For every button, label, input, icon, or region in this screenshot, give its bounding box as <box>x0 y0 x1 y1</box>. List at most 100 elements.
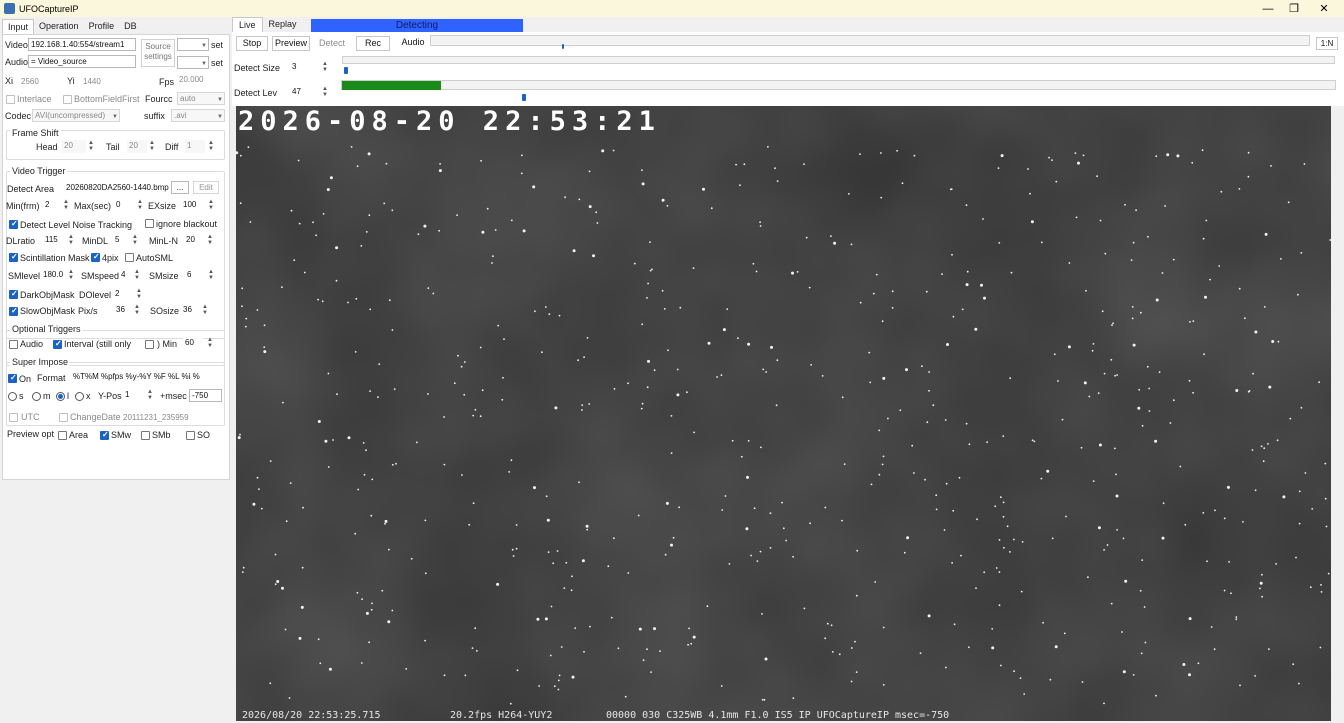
detect-lev-spinner[interactable]: ▲ ▼ <box>321 86 329 99</box>
rec-button[interactable]: Rec <box>356 36 390 51</box>
detect-size-slider-thumb[interactable] <box>344 67 348 74</box>
ypos-field[interactable]: 1 <box>123 389 143 402</box>
preview-button[interactable]: Preview <box>272 36 310 51</box>
mindl-spinner[interactable]: ▲ ▼ <box>131 234 139 247</box>
min-frm-field[interactable]: 2 <box>43 199 61 212</box>
tab-operation[interactable]: Operation <box>34 19 84 34</box>
video-set-button[interactable]: set <box>211 40 223 50</box>
interval-checkbox[interactable] <box>53 339 62 349</box>
msec-field[interactable]: -750 <box>189 389 222 402</box>
star <box>1205 219 1208 222</box>
tab-replay[interactable]: Replay <box>263 17 303 32</box>
noise-tracking-checkbox[interactable] <box>9 219 18 229</box>
star <box>1077 161 1080 165</box>
smsize-field[interactable]: 6 <box>185 269 205 282</box>
detect-lev-slider-thumb[interactable] <box>522 94 526 101</box>
interval-min-field[interactable]: 60 <box>183 337 203 350</box>
change-date-checkbox[interactable] <box>59 413 68 422</box>
detect-size-spinner[interactable]: ▲ ▼ <box>321 61 329 74</box>
detect-size-field[interactable]: 3 <box>290 61 318 74</box>
tab-profile[interactable]: Profile <box>84 19 120 34</box>
max-sec-field[interactable]: 0 <box>114 199 134 212</box>
minln-spinner[interactable]: ▲ ▼ <box>206 234 214 247</box>
min-frm-spinner[interactable]: ▲ ▼ <box>62 199 70 212</box>
preview-smb-checkbox[interactable] <box>141 431 150 440</box>
close-icon[interactable]: ✕ <box>1306 0 1342 17</box>
sosize-spinner[interactable]: ▲ ▼ <box>201 304 209 317</box>
detect-button[interactable]: Detect <box>314 36 350 51</box>
preview-smw-checkbox[interactable] <box>100 430 109 440</box>
smlevel-spinner[interactable]: ▲ ▼ <box>67 269 75 282</box>
head-spinner[interactable]: ▲ ▼ <box>87 140 95 153</box>
diff-field[interactable]: 1 <box>185 140 205 153</box>
four-pix-checkbox[interactable] <box>91 252 100 262</box>
dolevel-spinner[interactable]: ▲ ▼ <box>135 288 143 301</box>
detect-area-edit-button[interactable]: Edit <box>193 181 219 194</box>
tab-live[interactable]: Live <box>232 17 263 32</box>
exsize-spinner[interactable]: ▲ ▼ <box>207 199 215 212</box>
radio-size-x[interactable] <box>75 392 84 401</box>
radio-size-l[interactable] <box>56 392 65 401</box>
minln-field[interactable]: 20 <box>184 234 204 247</box>
audio-set-button[interactable]: set <box>211 58 223 68</box>
fourcc-select[interactable]: auto ▼ <box>177 92 225 105</box>
head-field[interactable]: 20 <box>62 140 86 153</box>
pixs-spinner[interactable]: ▲ ▼ <box>133 304 141 317</box>
stop-button[interactable]: Stop <box>236 36 268 51</box>
smsize-spinner[interactable]: ▲ ▼ <box>207 269 215 282</box>
interlace-checkbox[interactable] <box>6 95 15 104</box>
radio-size-m[interactable] <box>32 392 41 401</box>
audio-trigger-checkbox[interactable] <box>9 340 18 349</box>
video-combo[interactable]: ▼ <box>177 38 209 51</box>
mindl-field[interactable]: 5 <box>113 234 129 247</box>
star <box>935 508 938 511</box>
source-settings-button[interactable]: Source settings <box>141 39 175 67</box>
scintillation-mask-checkbox[interactable] <box>9 252 18 262</box>
dolevel-field[interactable]: 2 <box>113 288 133 301</box>
suffix-select[interactable]: .avi ▼ <box>171 109 225 122</box>
interval-min-checkbox[interactable] <box>145 340 154 349</box>
pixs-field[interactable]: 36 <box>114 304 132 317</box>
slowobj-mask-checkbox[interactable] <box>9 306 18 316</box>
dlratio-field[interactable]: 115 <box>43 234 65 247</box>
codec-select[interactable]: AVI(uncompressed) ▼ <box>32 109 120 122</box>
max-sec-spinner[interactable]: ▲ ▼ <box>136 199 144 212</box>
interval-min-spinner[interactable]: ▲ ▼ <box>206 337 214 350</box>
preview-so-checkbox[interactable] <box>186 431 195 440</box>
ypos-spinner[interactable]: ▲ ▼ <box>146 389 154 402</box>
detect-lev-field[interactable]: 47 <box>290 86 318 99</box>
star <box>965 204 968 207</box>
dlratio-spinner[interactable]: ▲ ▼ <box>67 234 75 247</box>
ignore-blackout-checkbox[interactable] <box>145 219 154 228</box>
exsize-field[interactable]: 100 <box>181 199 205 212</box>
audio-combo[interactable]: ▼ <box>177 56 209 69</box>
utc-checkbox[interactable] <box>9 413 18 422</box>
darkobj-mask-checkbox[interactable] <box>9 289 18 299</box>
star <box>1131 306 1134 308</box>
tab-input[interactable]: Input <box>2 19 35 34</box>
format-field[interactable]: %T%M %pfps %y-%Y %F %L %i % <box>71 371 222 384</box>
audio-source-field[interactable]: = Video_source <box>28 55 136 68</box>
ratio-button[interactable]: 1:N <box>1316 37 1338 50</box>
smspeed-field[interactable]: 4 <box>119 269 131 282</box>
star <box>486 207 489 210</box>
detect-area-browse-button[interactable]: ... <box>171 181 189 194</box>
bottom-field-first-checkbox[interactable] <box>63 95 72 104</box>
smspeed-spinner[interactable]: ▲ ▼ <box>133 269 141 282</box>
audio-button[interactable]: Audio <box>396 35 430 50</box>
sosize-field[interactable]: 36 <box>181 304 199 317</box>
star <box>792 697 795 699</box>
detect-area-field[interactable]: 20260820DA2560-1440.bmp <box>64 182 170 195</box>
radio-size-s[interactable] <box>8 392 17 401</box>
autosml-checkbox[interactable] <box>125 253 134 262</box>
preview-area-checkbox[interactable] <box>58 431 67 440</box>
tail-spinner[interactable]: ▲ ▼ <box>148 140 156 153</box>
detect-size-track[interactable] <box>342 56 1335 64</box>
tab-db[interactable]: DB <box>119 19 142 34</box>
star <box>327 466 330 468</box>
tail-field[interactable]: 20 <box>127 140 147 153</box>
smlevel-field[interactable]: 180.0 <box>41 269 65 282</box>
video-source-field[interactable]: 192.168.1.40:554/stream1 <box>28 38 136 51</box>
diff-spinner[interactable]: ▲ ▼ <box>207 140 215 153</box>
super-impose-on-checkbox[interactable] <box>8 373 17 383</box>
